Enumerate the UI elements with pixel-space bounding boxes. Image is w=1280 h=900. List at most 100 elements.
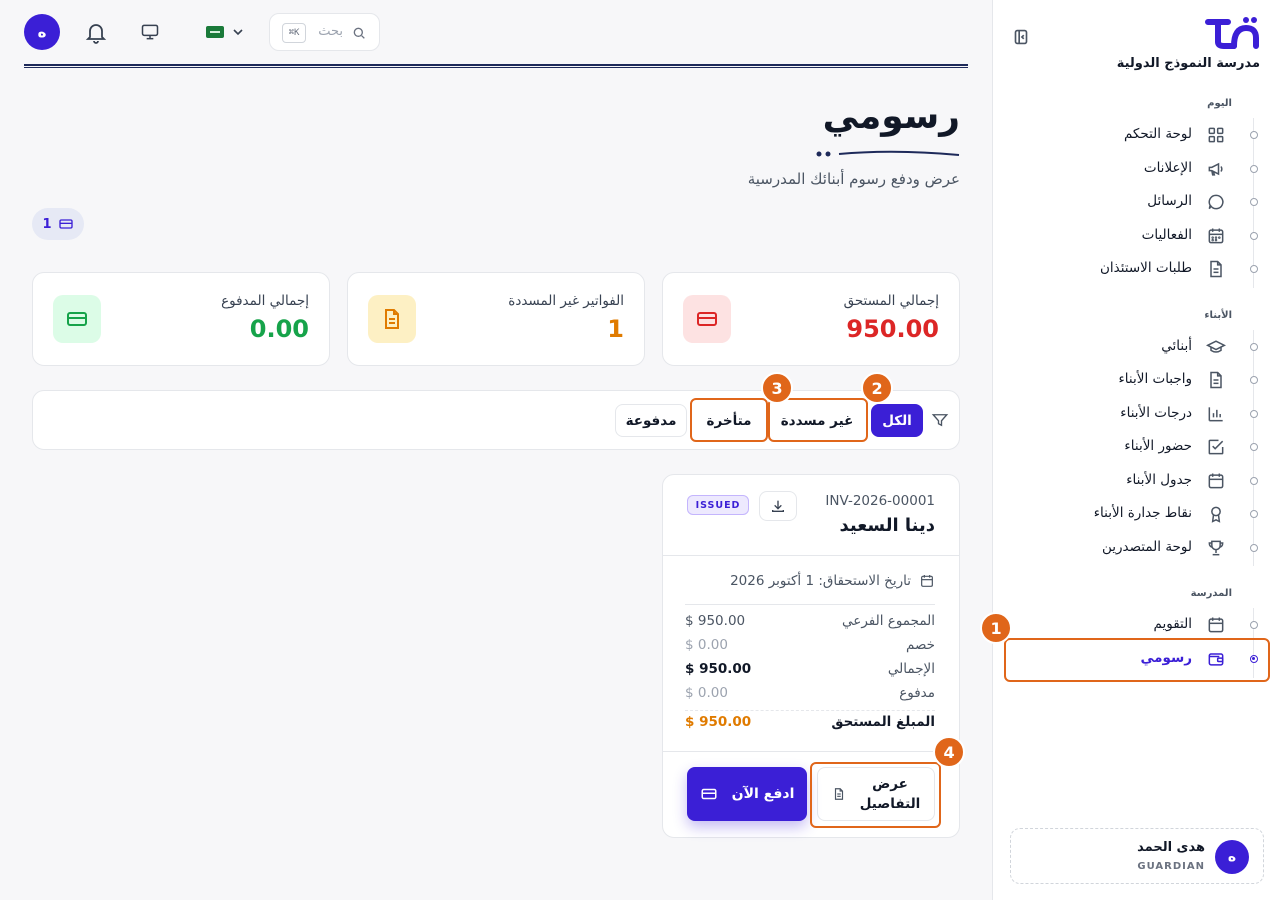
stat-label: إجمالي المستحق <box>843 293 939 309</box>
sidebar-item-label: لوحة المتصدرين <box>1101 539 1192 555</box>
stat-value: 0.00 <box>249 315 309 343</box>
sidebar-item-leave-requests[interactable]: طلبات الاستئذان <box>1004 253 1268 285</box>
school-logo: مدرسة النموذج الدولية <box>1117 16 1260 76</box>
user-profile-card[interactable]: ه هدى الحمد GUARDIAN <box>1010 828 1264 884</box>
section-label-today: اليوم <box>1207 98 1232 109</box>
megaphone-icon <box>1208 162 1223 176</box>
row-value: $ 950.00 <box>685 661 752 677</box>
invoice-row-paid: مدفوع $ 0.00 <box>685 685 935 705</box>
nav-dot <box>1250 198 1258 206</box>
nav-dot <box>1250 131 1258 139</box>
row-value: $ 950.00 <box>685 613 746 629</box>
search-placeholder: بحث <box>318 24 343 39</box>
sidebar-collapse-icon[interactable] <box>1009 26 1033 48</box>
document-icon <box>1210 371 1222 389</box>
status-badge: ISSUED <box>687 495 749 515</box>
row-value: $ 950.00 <box>685 714 752 730</box>
divider-dashed <box>685 710 935 711</box>
annotation-highlight-3 <box>690 398 768 442</box>
language-selector[interactable] <box>196 20 244 44</box>
annotation-highlight-2 <box>768 398 868 442</box>
sidebar-item-children-grades[interactable]: درجات الأبناء <box>1004 398 1268 430</box>
sidebar-item-children-schedule[interactable]: جدول الأبناء <box>1004 465 1268 497</box>
avatar[interactable]: ه <box>24 14 60 50</box>
nav-dot <box>1250 443 1258 451</box>
sidebar-item-leaderboard[interactable]: لوحة المتصدرين <box>1004 532 1268 564</box>
award-icon <box>1211 506 1221 523</box>
nav-dot <box>1250 621 1258 629</box>
stat-card-total-paid: إجمالي المدفوع 0.00 <box>32 272 330 366</box>
bar-chart-icon <box>1208 407 1223 422</box>
calendar-icon <box>1208 473 1224 489</box>
sidebar-item-dashboard[interactable]: لوحة التحكم <box>1004 119 1268 151</box>
saudi-flag-icon <box>206 26 224 38</box>
section-label-school: المدرسة <box>1190 588 1232 599</box>
user-role: GUARDIAN <box>1137 861 1205 872</box>
stat-card-total-due: إجمالي المستحق 950.00 <box>662 272 960 366</box>
annotation-badge-1: 1 <box>980 612 1012 644</box>
school-name: مدرسة النموذج الدولية <box>1116 56 1260 71</box>
sidebar-item-announcements[interactable]: الإعلانات <box>1004 153 1268 185</box>
monitor-icon[interactable] <box>140 22 160 42</box>
filter-chip-all[interactable]: الكل <box>871 404 923 437</box>
invoice-row-discount: خصم $ 0.00 <box>685 637 935 657</box>
invoice-student-name: دينا السعيد <box>839 515 935 536</box>
annotation-badge-2: 2 <box>861 372 893 404</box>
divider <box>663 555 959 556</box>
invoice-row-amount-due: المبلغ المستحق $ 950.00 <box>685 714 935 734</box>
page-title: رسومي <box>822 96 960 137</box>
sidebar-item-children-attendance[interactable]: حضور الأبناء <box>1004 431 1268 463</box>
document-icon <box>385 309 399 329</box>
bell-icon[interactable] <box>84 20 108 44</box>
sidebar-item-children-homework[interactable]: واجبات الأبناء <box>1004 364 1268 396</box>
annotation-highlight-4 <box>810 762 941 828</box>
stat-icon-box <box>53 295 101 343</box>
trophy-icon <box>1208 540 1224 556</box>
document-icon <box>1210 260 1222 278</box>
calendar-grid-icon <box>1208 228 1224 244</box>
stat-icon-box <box>683 295 731 343</box>
filter-icon <box>931 414 949 427</box>
invoice-number: INV-2026-00001 <box>825 493 935 509</box>
filter-chip-paid[interactable]: مدفوعة <box>615 404 687 437</box>
row-label: الإجمالي <box>887 661 935 677</box>
download-icon <box>772 500 784 512</box>
credit-card-icon <box>58 219 73 229</box>
calendar-icon <box>1208 617 1224 633</box>
pay-now-label: ادفع الآن <box>731 786 795 802</box>
nav-dot <box>1250 165 1258 173</box>
title-underline-decoration <box>816 150 960 157</box>
user-name: هدى الحمد <box>1137 840 1205 855</box>
sidebar-item-events[interactable]: الفعاليات <box>1004 220 1268 252</box>
nav-dot <box>1250 376 1258 384</box>
sidebar-item-label: الفعاليات <box>1141 227 1192 243</box>
sidebar-item-calendar[interactable]: التقويم <box>1004 609 1268 641</box>
pay-now-button[interactable]: ادفع الآن <box>687 767 807 821</box>
search-input[interactable]: بحث K⌘ <box>269 13 380 51</box>
chevron-down-icon <box>233 29 243 36</box>
annotation-highlight-1 <box>1004 638 1270 682</box>
invoice-due-date: تاريخ الاستحقاق: 1 أكتوبر 2026 <box>730 573 935 589</box>
sidebar-item-children-merit[interactable]: نقاط جدارة الأبناء <box>1004 498 1268 530</box>
sidebar-item-label: التقويم <box>1153 616 1192 632</box>
sidebar-item-label: أبنائي <box>1161 338 1192 354</box>
sidebar-item-label: الإعلانات <box>1143 160 1192 176</box>
page-subtitle: عرض ودفع رسوم أبنائك المدرسية <box>747 170 960 188</box>
sidebar-item-messages[interactable]: الرسائل <box>1004 186 1268 218</box>
sidebar-item-my-children[interactable]: أبنائي <box>1004 331 1268 363</box>
sidebar-item-label: طلبات الاستئذان <box>1099 260 1192 276</box>
sidebar: مدرسة النموذج الدولية اليوم لوحة التحكم … <box>980 0 1280 900</box>
search-shortcut-badge: K⌘ <box>282 23 306 43</box>
nav-dot <box>1250 410 1258 418</box>
avatar: ه <box>1215 840 1249 874</box>
calendar-icon <box>921 575 933 587</box>
nav-dot <box>1250 544 1258 552</box>
row-label: المبلغ المستحق <box>831 714 935 730</box>
sidebar-item-label: حضور الأبناء <box>1124 438 1192 454</box>
annotation-badge-3: 3 <box>761 372 793 404</box>
download-button[interactable] <box>759 491 797 521</box>
chat-icon <box>1208 194 1224 210</box>
sidebar-item-label: درجات الأبناء <box>1120 405 1192 421</box>
header-divider <box>24 64 968 68</box>
stat-label: إجمالي المدفوع <box>221 293 309 309</box>
